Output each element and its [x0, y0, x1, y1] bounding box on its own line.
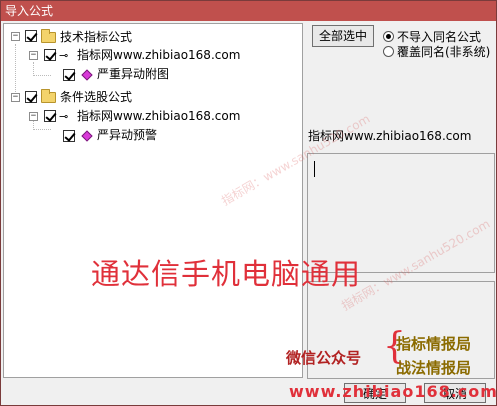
key-icon: ⊸	[59, 49, 69, 62]
wechat-label: 微信公众号	[286, 349, 362, 367]
expander-minus-icon[interactable]: −	[29, 112, 38, 121]
option-overwrite-duplicates[interactable]: 覆盖同名(非系统)	[397, 43, 490, 60]
tree-node-selection-formula[interactable]: 严异动预警	[97, 126, 157, 143]
tree-node-selection-author[interactable]: 指标网www.zhibiao168.com	[77, 107, 240, 124]
key-icon: ⊸	[59, 110, 69, 123]
checkbox-checked-icon[interactable]	[63, 130, 75, 142]
import-formula-dialog: 导入公式 − 技术指标公式 − ⊸ 指标网www.zhibiao168.com …	[0, 0, 497, 406]
folder-icon	[41, 29, 56, 43]
checkbox-checked-icon[interactable]	[44, 110, 56, 122]
radio-icon[interactable]	[383, 31, 394, 42]
checkbox-checked-icon[interactable]	[44, 49, 56, 61]
folder-icon	[41, 89, 56, 103]
promo-banner: 通达信手机电脑通用	[91, 257, 362, 291]
tree-connector	[33, 62, 34, 76]
checkbox-checked-icon[interactable]	[25, 91, 37, 103]
formula-tree[interactable]: − 技术指标公式 − ⊸ 指标网www.zhibiao168.com 严重异动附…	[3, 23, 303, 378]
site-url: www.zhibiao168.com	[289, 382, 497, 401]
expander-minus-icon[interactable]: −	[11, 93, 20, 102]
expander-minus-icon[interactable]: −	[29, 51, 38, 60]
brand-name-2: 战法情报局	[396, 359, 472, 377]
brand-name-1: 指标情报局	[396, 335, 472, 353]
checkbox-checked-icon[interactable]	[63, 69, 75, 81]
checkbox-checked-icon[interactable]	[25, 30, 37, 42]
tree-connector	[15, 44, 16, 96]
text-caret	[314, 161, 315, 177]
tree-node-tech-indicators[interactable]: 技术指标公式	[60, 28, 132, 45]
tree-connector	[33, 75, 51, 76]
tree-node-indicator-author[interactable]: 指标网www.zhibiao168.com	[77, 46, 240, 63]
window-title: 导入公式	[1, 1, 496, 21]
expander-minus-icon[interactable]: −	[11, 32, 20, 41]
formula-gem-icon	[81, 130, 93, 142]
radio-icon[interactable]	[383, 46, 394, 57]
select-all-button[interactable]: 全部选中	[312, 25, 374, 47]
tree-node-formula[interactable]: 严重异动附图	[97, 65, 169, 82]
formula-gem-icon	[81, 69, 93, 81]
tree-node-stock-selection[interactable]: 条件选股公式	[60, 88, 132, 105]
tree-connector	[33, 129, 51, 130]
